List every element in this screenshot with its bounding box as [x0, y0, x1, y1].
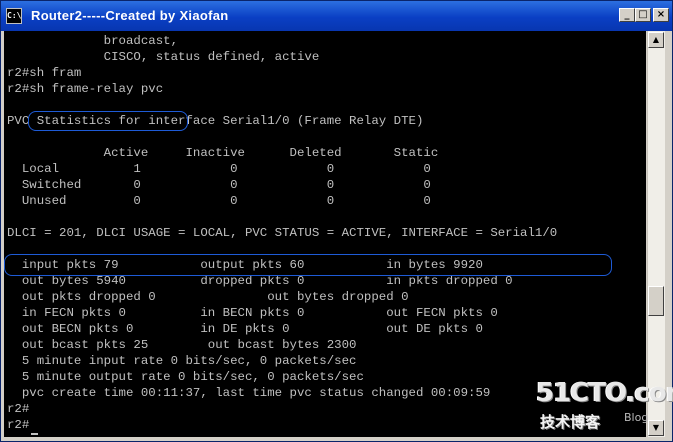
terminal-line: r2#	[7, 402, 30, 416]
terminal-line: Unused 0 0 0 0	[7, 194, 431, 208]
terminal-line: Active Inactive Deleted Static	[7, 146, 439, 160]
terminal-line: CISCO, status defined, active	[7, 50, 320, 64]
terminal-line: input pkts 79 output pkts 60 in bytes 99…	[7, 258, 483, 272]
terminal-line: 5 minute output rate 0 bits/sec, 0 packe…	[7, 370, 364, 384]
window-title: Router2-----Created by Xiaofan	[31, 8, 229, 23]
watermark-blog: Blog	[624, 411, 649, 424]
watermark-logo-text: 51CTO.com	[536, 378, 673, 408]
minimize-button[interactable]: _	[619, 8, 635, 22]
console-window: C:\ Router2-----Created by Xiaofan _ □ ×…	[0, 0, 673, 442]
terminal-line: 5 minute input rate 0 bits/sec, 0 packet…	[7, 354, 357, 368]
scroll-thumb[interactable]	[648, 286, 664, 316]
close-button[interactable]: ×	[653, 8, 669, 22]
terminal-output[interactable]: r2# r2# pvc create time 00:11:37, last ti…	[4, 31, 646, 437]
terminal-line: DLCI = 201, DLCI USAGE = LOCAL, PVC STAT…	[7, 226, 558, 240]
terminal-line: Local 1 0 0 0	[7, 162, 431, 176]
terminal-line: r2#	[7, 418, 30, 432]
vertical-scrollbar[interactable]: ▲ ▼	[647, 31, 665, 437]
terminal-line: Switched 0 0 0 0	[7, 178, 431, 192]
terminal-line: in FECN pkts 0 in BECN pkts 0 out FECN p…	[7, 306, 498, 320]
cmd-console-icon[interactable]: C:\	[6, 8, 22, 24]
maximize-button[interactable]: □	[635, 8, 651, 22]
terminal-line: out bytes 5940 dropped pkts 0 in pkts dr…	[7, 274, 513, 288]
terminal-line: r2#sh frame-relay pvc	[7, 82, 164, 96]
terminal-line: broadcast,	[7, 34, 179, 48]
text-cursor	[31, 433, 38, 435]
scroll-up-button[interactable]: ▲	[648, 32, 664, 48]
title-bar[interactable]: C:\ Router2-----Created by Xiaofan _ □ ×	[1, 1, 672, 31]
terminal-line: pvc create time 00:11:37, last time pvc …	[7, 386, 491, 400]
terminal-line: PVC Statistics for interface Serial1/0 (…	[7, 114, 424, 128]
terminal-line: out bcast pkts 25 out bcast bytes 2300	[7, 338, 357, 352]
terminal-line: out pkts dropped 0 out bytes dropped 0	[7, 290, 409, 304]
terminal-line: r2#sh fram	[7, 66, 82, 80]
terminal-line: out BECN pkts 0 in DE pkts 0 out DE pkts…	[7, 322, 483, 336]
watermark-subtitle: 技术博客	[540, 413, 601, 431]
site-watermark: 51CTO.com 技术博客 Blog	[536, 378, 673, 438]
